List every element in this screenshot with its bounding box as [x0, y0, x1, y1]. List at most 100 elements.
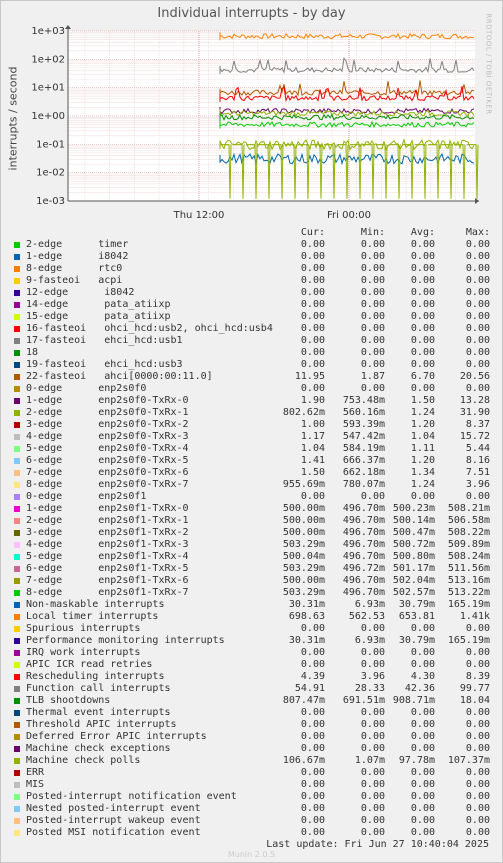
avg-value: 0.00 — [410, 251, 435, 262]
max-value: 0.00 — [465, 803, 490, 814]
legend-row: 3-edge enp2s0f1-TxRx-2 500.00m 496.70m 500.… — [0, 527, 503, 539]
legend-row: Non-maskable interrupts 30.31m 6.93m 30.79m… — [0, 599, 503, 611]
max-value: 0.00 — [465, 827, 490, 838]
legend-swatch — [14, 638, 20, 644]
legend-swatch — [14, 374, 20, 380]
legend-label: 12-edge i8042 — [26, 287, 135, 298]
avg-value: 502.57m — [392, 587, 435, 598]
legend-swatch — [14, 338, 20, 344]
cur-value: 30.31m — [288, 599, 325, 610]
avg-value: 0.00 — [410, 827, 435, 838]
legend-swatch — [14, 494, 20, 500]
col-header-cur: Cur: — [300, 227, 325, 238]
legend-row: 7-edge enp2s0f0-TxRx-6 1.50 662.18m 1.34 7.5… — [0, 467, 503, 479]
legend-label: 19-fasteoi ehci_hcd:usb3 — [26, 359, 183, 370]
y-tick-label: 1e+02 — [31, 54, 65, 65]
cur-value: 802.62m — [282, 407, 325, 418]
avg-value: 0.00 — [410, 647, 435, 658]
legend-label: 16-fasteoi ohci_hcd:usb2, ohci_hcd:usb4 — [26, 323, 273, 334]
legend-swatch — [14, 254, 20, 260]
legend-label: 5-edge enp2s0f1-TxRx-4 — [26, 551, 189, 562]
avg-value: 0.00 — [410, 791, 435, 802]
cur-value: 1.00 — [300, 419, 325, 430]
cur-value: 0.00 — [300, 239, 325, 250]
legend-swatch — [14, 266, 20, 272]
avg-value: 0.00 — [410, 815, 435, 826]
legend-label: 2-edge enp2s0f0-TxRx-1 — [26, 407, 189, 418]
munin-watermark: Munin 2.0.5 — [227, 850, 276, 859]
legend-row: 0-edge enp2s0f0 0.00 0.00 0.00 0.00 — [0, 383, 503, 395]
max-value: 3.96 — [465, 479, 490, 490]
cur-value: 0.00 — [300, 647, 325, 658]
cur-value: 500.04m — [282, 551, 325, 562]
avg-value: 0.00 — [410, 359, 435, 370]
avg-value: 1.50 — [410, 395, 435, 406]
legend-swatch — [14, 434, 20, 440]
max-value: 7.51 — [465, 467, 490, 478]
avg-value: 0.00 — [410, 803, 435, 814]
avg-value: 1.34 — [410, 467, 435, 478]
avg-value: 1.11 — [410, 443, 435, 454]
avg-value: 0.00 — [410, 299, 435, 310]
legend-row: 0-edge enp2s0f1 0.00 0.00 0.00 0.00 — [0, 491, 503, 503]
legend-label: 0-edge enp2s0f1 — [26, 491, 147, 502]
legend-swatch — [14, 830, 20, 836]
avg-value: 908.71m — [392, 695, 435, 706]
legend-row: TLB shootdowns 807.47m 691.51m 908.71m 18.04 — [0, 695, 503, 707]
legend-row: Machine check polls 106.67m 1.07m 97.78m 107… — [0, 755, 503, 767]
legend-swatch — [14, 350, 20, 356]
cur-value: 0.00 — [300, 803, 325, 814]
legend-swatch — [14, 410, 20, 416]
legend-row: Thermal event interrupts 0.00 0.00 0.00 0.00 — [0, 707, 503, 719]
avg-value: 0.00 — [410, 767, 435, 778]
legend-label: 2-edge enp2s0f1-TxRx-1 — [26, 515, 189, 526]
cur-value: 0.00 — [300, 827, 325, 838]
max-value: 165.19m — [447, 599, 490, 610]
legend-swatch — [14, 446, 20, 452]
max-value: 0.00 — [465, 767, 490, 778]
cur-value: 0.00 — [300, 335, 325, 346]
avg-value: 42.36 — [404, 683, 435, 694]
legend-label: Spurious interrupts — [26, 623, 141, 634]
legend-row: Function call interrupts 54.91 28.33 42.36 9… — [0, 683, 503, 695]
legend-row: 17-fasteoi ehci_hcd:usb1 0.00 0.00 0.00 0.00 — [0, 335, 503, 347]
max-value: 0.00 — [465, 251, 490, 262]
avg-value: 0.00 — [410, 659, 435, 670]
cur-value: 0.00 — [300, 719, 325, 730]
avg-value: 0.00 — [410, 743, 435, 754]
cur-value: 807.47m — [282, 695, 325, 706]
y-tick-label: 1e+01 — [31, 83, 65, 94]
max-value: 5.44 — [465, 443, 490, 454]
cur-value: 0.00 — [300, 299, 325, 310]
legend-swatch — [14, 458, 20, 464]
cur-value: 1.50 — [300, 467, 325, 478]
max-value: 0.00 — [465, 731, 490, 742]
legend-swatch — [14, 518, 20, 524]
max-value: 0.00 — [465, 299, 490, 310]
avg-value: 500.47m — [392, 527, 435, 538]
cur-value: 0.00 — [300, 383, 325, 394]
avg-value: 1.20 — [410, 419, 435, 430]
avg-value: 97.78m — [398, 755, 435, 766]
legend-row: 2-edge timer 0.00 0.00 0.00 0.00 — [0, 239, 503, 251]
legend-swatch — [14, 734, 20, 740]
legend-swatch — [14, 482, 20, 488]
cur-value: 0.00 — [300, 815, 325, 826]
legend-row: 1-edge i8042 0.00 0.00 0.00 0.00 — [0, 251, 503, 263]
avg-value: 6.70 — [410, 371, 435, 382]
legend-label: IRQ work interrupts — [26, 647, 141, 658]
avg-value: 0.00 — [410, 311, 435, 322]
legend-row: 8-edge enp2s0f1-TxRx-7 503.29m 496.70m 502.… — [0, 587, 503, 599]
legend-swatch — [14, 242, 20, 248]
legend-row: Performance monitoring interrupts 30.31m 6… — [0, 635, 503, 647]
legend-label: ERR — [26, 767, 45, 778]
legend-row: 4-edge enp2s0f1-TxRx-3 503.29m 496.70m 500.… — [0, 539, 503, 551]
legend-row: Threshold APIC interrupts 0.00 0.00 0.00 0.0… — [0, 719, 503, 731]
avg-value: 30.79m — [398, 599, 435, 610]
max-value: 513.22m — [447, 587, 490, 598]
legend-label: 2-edge timer — [26, 239, 129, 250]
max-value: 8.37 — [465, 419, 490, 430]
legend-label: 8-edge rtc0 — [26, 263, 123, 274]
legend-label: 1-edge enp2s0f0-TxRx-0 — [26, 395, 189, 406]
max-value: 165.19m — [447, 635, 490, 646]
